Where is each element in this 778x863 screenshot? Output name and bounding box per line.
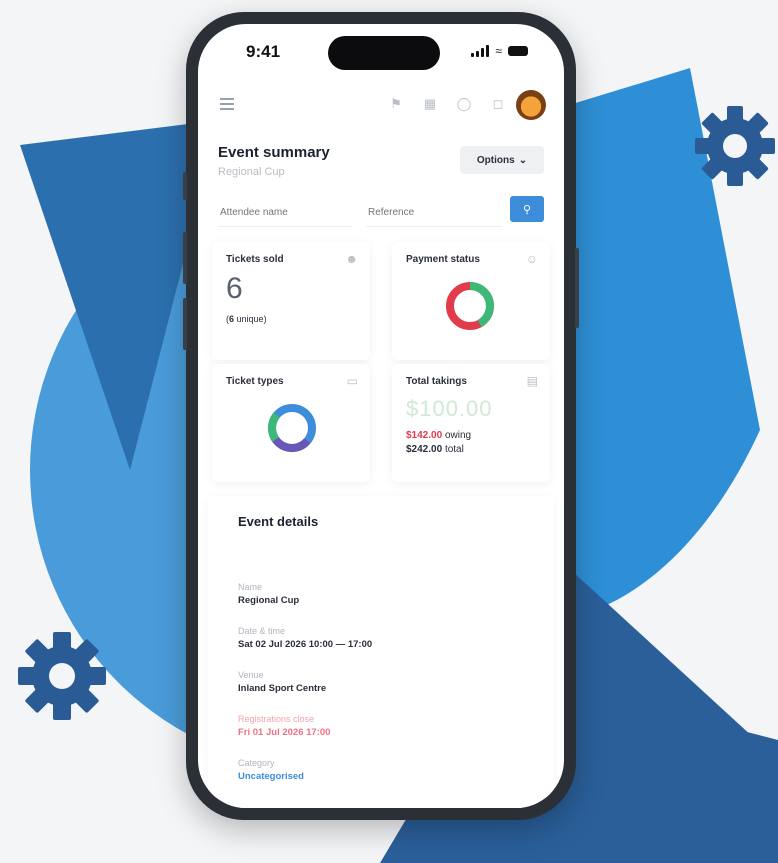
reference-input[interactable]: [366, 198, 502, 227]
field-category: Category Uncategorised: [238, 758, 304, 782]
total-line: $242.00 total: [406, 444, 464, 455]
app-bar: ⚑ ▦ ◯ ◻: [198, 84, 564, 128]
signal-icon: [471, 45, 490, 57]
field-label: Name: [238, 582, 263, 592]
takings-amount: $100.00: [406, 396, 493, 421]
field-venue: Venue Inland Sport Centre: [238, 670, 326, 694]
battery-icon: [508, 46, 528, 56]
card-title: Ticket types: [226, 376, 284, 387]
field-name: Name Regional Cup: [238, 582, 299, 606]
ticket-icon: ▭: [346, 374, 358, 388]
field-label: Venue: [238, 670, 264, 680]
owing-amount: $142.00: [406, 430, 443, 441]
card-title: Tickets sold: [226, 254, 284, 265]
tickets-sold-card[interactable]: Tickets sold ☻ 6 (6 unique): [212, 242, 370, 360]
unique-label: unique: [236, 314, 264, 324]
owing-label: owing: [444, 430, 472, 441]
field-label: Category: [238, 758, 275, 768]
ticket-types-donut: [268, 404, 316, 452]
payment-donut: [446, 282, 494, 330]
event-details-title: Event details: [238, 514, 319, 529]
field-value: Sat 02 Jul 2026 10:00 — 17:00: [238, 639, 373, 650]
owing-line: $142.00 owing: [406, 430, 471, 441]
search-button[interactable]: ⚲: [510, 196, 544, 222]
gear-icon: [18, 632, 106, 720]
phone-volume-down-button: [183, 298, 187, 350]
hamburger-icon[interactable]: [220, 98, 234, 113]
total-amount: $242.00: [406, 444, 443, 455]
cash-icon: ▤: [526, 374, 538, 388]
payment-status-card[interactable]: Payment status ☺: [392, 242, 550, 360]
users-icon: ☻: [345, 252, 358, 266]
status-icons: ≈: [471, 44, 528, 58]
tickets-count: 6: [226, 272, 243, 305]
options-button[interactable]: Options ⌄: [460, 146, 544, 174]
dynamic-island: [328, 36, 440, 70]
page-subtitle: Regional Cup: [218, 166, 285, 178]
total-takings-card[interactable]: Total takings ▤ $100.00 $142.00 owing $2…: [392, 364, 550, 482]
card-title: Total takings: [406, 376, 467, 387]
phone-mute-button: [183, 172, 187, 200]
attendee-name-input[interactable]: [218, 198, 352, 227]
app-bar-icons: ⚑ ▦ ◯ ◻: [388, 96, 506, 112]
main-content: Event summary Regional Cup Options ⌄ ⚲ T…: [198, 132, 564, 808]
total-label: total: [444, 444, 464, 455]
user-check-icon: ☺: [525, 252, 538, 266]
field-datetime: Date & time Sat 02 Jul 2026 10:00 — 17:0…: [238, 626, 372, 650]
ticket-types-card[interactable]: Ticket types ▭: [212, 364, 370, 482]
card-title: Payment status: [406, 254, 480, 265]
search-icon: ⚲: [522, 203, 532, 216]
field-value: Fri 01 Jul 2026 17:00: [238, 727, 331, 738]
megaphone-icon[interactable]: ⚑: [388, 96, 404, 112]
unique-count: (6 unique): [226, 314, 267, 324]
field-value: Regional Cup: [238, 595, 300, 606]
field-label: Date & time: [238, 626, 286, 636]
page-title: Event summary: [218, 144, 330, 161]
help-icon[interactable]: ◯: [456, 96, 472, 112]
unique-number: 6: [229, 314, 235, 324]
chevron-down-icon: ⌄: [518, 154, 528, 166]
options-label: Options: [476, 154, 515, 166]
phone-screen: 9:41 ≈ ⚑ ▦ ◯ ◻ Event summary Regional Cu…: [198, 24, 564, 808]
field-registrations-close: Registrations close Fri 01 Jul 2026 17:0…: [238, 714, 330, 738]
page-header: Event summary Regional Cup Options ⌄: [198, 132, 564, 188]
field-value: Inland Sport Centre: [238, 683, 327, 694]
field-label: Registrations close: [238, 714, 315, 724]
wifi-icon: ≈: [495, 44, 502, 58]
avatar[interactable]: [516, 90, 546, 120]
summary-cards: Tickets sold ☻ 6 (6 unique) Payment stat…: [198, 236, 564, 496]
category-link[interactable]: Uncategorised: [238, 771, 304, 782]
phone-power-button: [575, 248, 579, 328]
event-details-card: Event details Name Regional Cup Date & t…: [208, 496, 554, 808]
status-time: 9:41: [246, 42, 281, 61]
building-icon[interactable]: ▦: [422, 96, 438, 112]
bell-icon[interactable]: ◻: [490, 96, 506, 112]
gear-icon: [695, 106, 775, 186]
phone-volume-up-button: [183, 232, 187, 284]
search-row: ⚲: [198, 188, 564, 236]
